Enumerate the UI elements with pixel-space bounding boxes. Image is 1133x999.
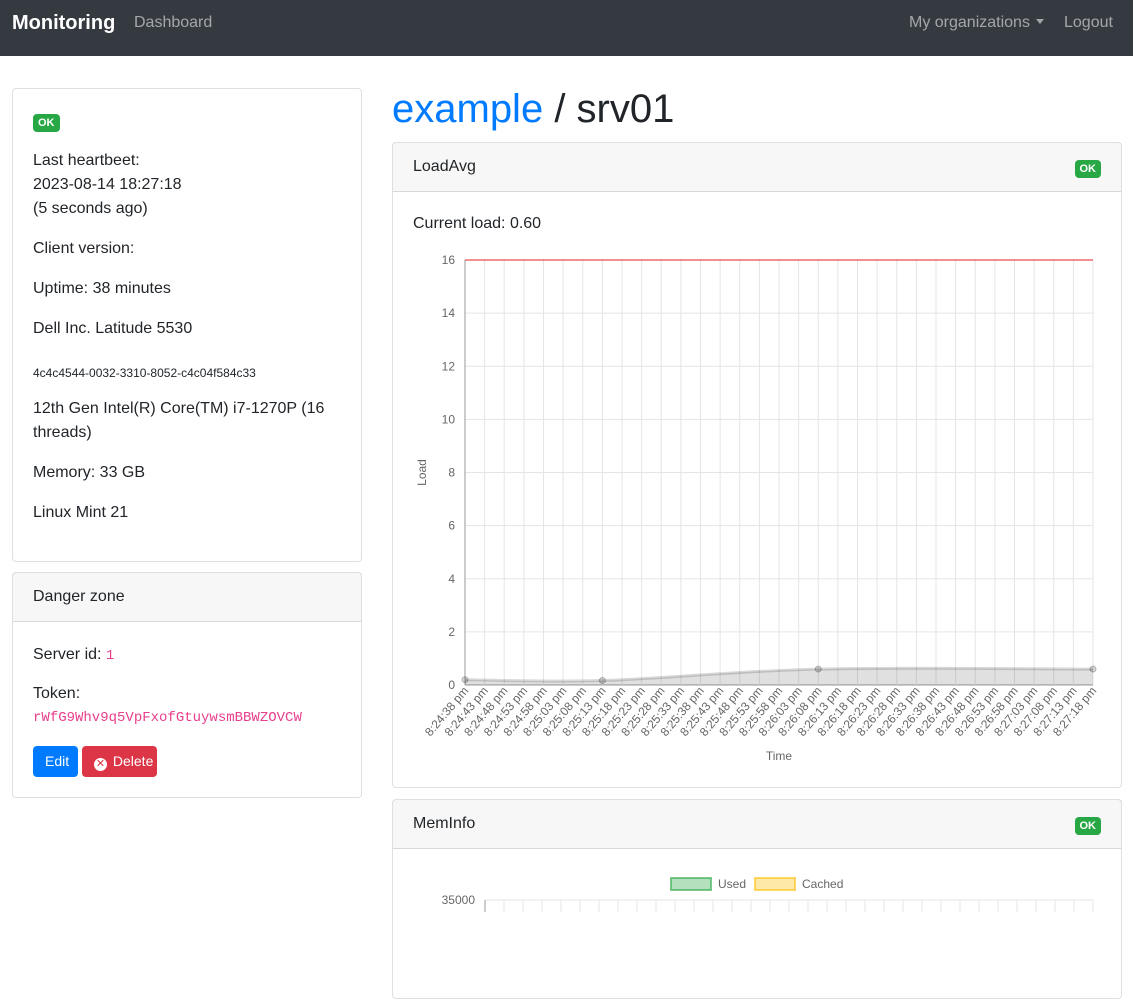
loadavg-title: LoadAvg: [413, 158, 476, 175]
y-tick-label: 6: [448, 519, 455, 533]
danger-zone-header: Danger zone: [13, 573, 361, 622]
edit-button[interactable]: Edit: [33, 746, 78, 777]
danger-zone-card: Danger zone Server id: 1 Token: rWfG9Whv…: [12, 572, 362, 798]
delete-button[interactable]: ✕ Delete: [82, 746, 157, 777]
loadavg-status-badge: OK: [1074, 160, 1101, 178]
server-name: srv01: [576, 87, 675, 131]
delete-button-label: Delete: [112, 753, 154, 769]
uptime: Uptime: 38 minutes: [33, 280, 171, 297]
hardware-model: Dell Inc. Latitude 5530: [33, 320, 193, 337]
brand-link[interactable]: Monitoring: [12, 12, 115, 34]
y-tick-label: 14: [442, 306, 456, 320]
load-point: [1089, 665, 1097, 673]
server-id-label: Server id:: [33, 646, 106, 663]
page-title: example / srv01: [392, 86, 674, 132]
organization-link[interactable]: example: [392, 87, 543, 131]
loadavg-card: LoadAvg OK Current load: 0.60 0 2 4 6 8 10 12 1…: [392, 142, 1122, 788]
y-tick-label: 10: [442, 412, 456, 426]
client-version: Client version:: [33, 240, 135, 257]
current-load: Current load: 0.60: [413, 215, 542, 232]
nav-dashboard[interactable]: Dashboard: [134, 13, 212, 33]
server-id-value: 1: [105, 648, 115, 664]
memory-info: Memory: 33 GB: [33, 464, 146, 481]
danger-actions: Edit ✕ Delete: [33, 746, 233, 777]
server-info-card: OK Last heartbeet: 2023-08-14 18:27:18 (…: [12, 88, 362, 562]
heartbeat-label: Last heartbeet:: [33, 152, 140, 169]
legend-label: Used: [718, 877, 746, 891]
y-tick-label: 0: [448, 678, 455, 692]
legend-swatch: [754, 877, 796, 891]
server-id: Server id: 1: [33, 643, 114, 668]
y-tick-label: 35000: [442, 893, 476, 907]
heartbeat-time: 2023-08-14 18:27:18: [33, 176, 182, 193]
machine-uuid: 4c4c4544-0032-3310-8052-c4c04f584c33: [33, 366, 256, 380]
caret-down-icon: [1035, 19, 1044, 24]
y-tick-label: 12: [442, 359, 456, 373]
cpu-info-line2: threads): [33, 424, 92, 441]
os-info: Linux Mint 21: [33, 504, 129, 521]
load-point: [814, 665, 822, 673]
legend-swatch: [670, 877, 712, 891]
cpu-info-line1: 12th Gen Intel(R) Core(TM) i7-1270P (16: [33, 400, 325, 417]
y-axis-title: Load: [415, 459, 429, 486]
heartbeat-ago: (5 seconds ago): [33, 200, 148, 217]
y-tick-label: 4: [448, 572, 455, 586]
y-tick-label: 16: [442, 253, 456, 267]
status-badge: OK: [33, 114, 60, 132]
load-point: [598, 676, 606, 684]
legend-label: Cached: [802, 877, 843, 891]
meminfo-status-badge: OK: [1074, 817, 1101, 835]
navbar: Monitoring Dashboard My organizations Lo…: [0, 0, 1133, 56]
nav-logout[interactable]: Logout: [1064, 13, 1113, 33]
meminfo-card: MemInfo OK Used Cached 35000: [392, 799, 1122, 999]
y-tick-label: 2: [448, 625, 455, 639]
token-label: Token:: [33, 685, 81, 702]
load-point: [461, 676, 469, 684]
meminfo-title: MemInfo: [413, 815, 476, 832]
mem-chart: Used Cached 35000: [442, 877, 1094, 912]
nav-organizations-label: My organizations: [909, 14, 1030, 31]
loadavg-header: LoadAvg OK: [393, 143, 1121, 192]
token-value: rWfG9Whv9q5VpFxofGtuywsmBBWZOVCW: [33, 710, 302, 726]
meminfo-header: MemInfo OK: [393, 800, 1121, 849]
load-chart: 02468101214168:24:38 pm8:24:43 pm8:24:48…: [415, 253, 1099, 763]
title-separator: /: [543, 87, 577, 131]
nav-organizations-dropdown[interactable]: My organizations: [909, 13, 1044, 33]
y-tick-label: 8: [448, 466, 455, 480]
x-axis-title: Time: [766, 749, 793, 763]
times-circle-icon: ✕: [94, 758, 107, 771]
